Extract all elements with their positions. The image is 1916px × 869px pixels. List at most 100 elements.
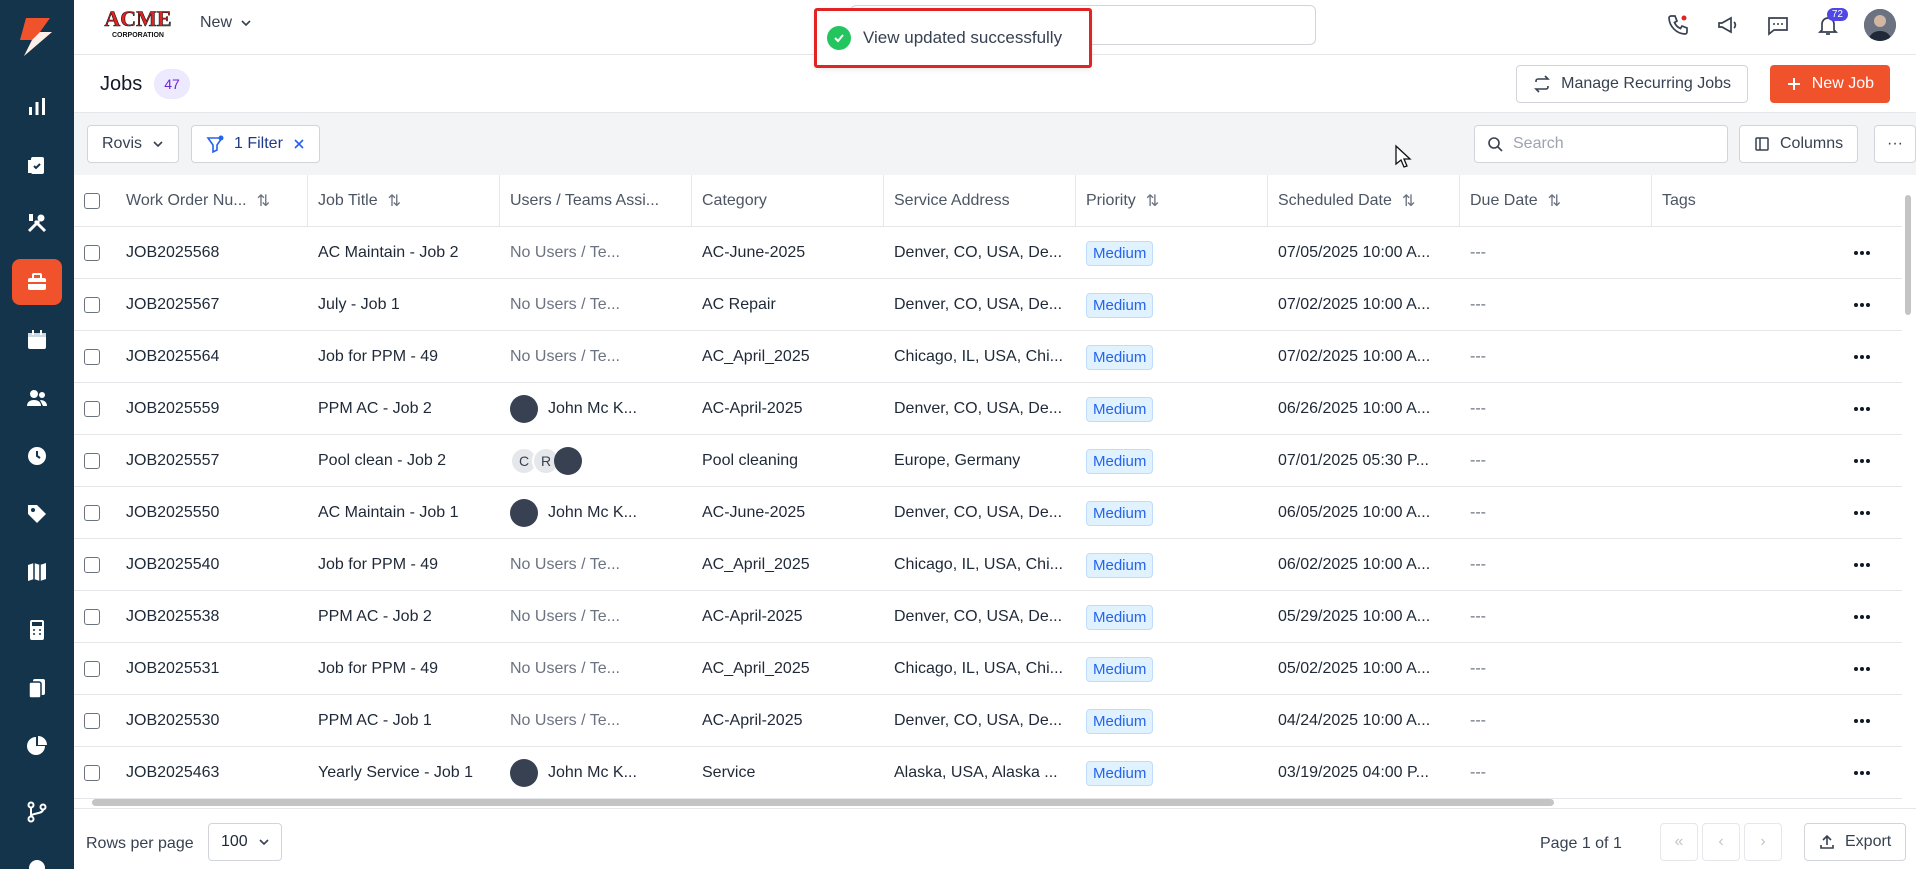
column-header-users[interactable]: Users / Teams Assi... [500, 175, 692, 227]
column-header-scheduled-date[interactable]: Scheduled Date ⇅ [1268, 175, 1460, 227]
row-checkbox[interactable] [84, 245, 100, 261]
row-actions-button[interactable] [1822, 695, 1902, 747]
table-row[interactable]: JOB2025557 Pool clean - Job 2 C R Pool clean… [74, 435, 1902, 487]
notifications-button[interactable]: 72 [1814, 6, 1848, 44]
next-page-button[interactable]: › [1744, 823, 1782, 861]
table-row[interactable]: JOB2025538 PPM AC - Job 2 No Users / Te...… [74, 591, 1902, 643]
table-row[interactable]: JOB2025550 AC Maintain - Job 1 John Mc K..… [74, 487, 1902, 539]
filter-button[interactable]: 1 Filter [191, 125, 320, 163]
sidebar-item-reports[interactable] [12, 84, 62, 130]
plus-icon [1787, 78, 1800, 90]
scroll-thumb[interactable] [92, 799, 1554, 806]
column-header-due-date[interactable]: Due Date ⇅ [1460, 175, 1652, 227]
sidebar-item-estimates[interactable] [12, 607, 62, 653]
close-icon[interactable] [293, 138, 305, 150]
sidebar-item-workflows[interactable] [12, 789, 62, 835]
table-row[interactable]: JOB2025567 July - Job 1 No Users / Te... AC… [74, 279, 1902, 331]
row-actions-button[interactable] [1822, 539, 1902, 591]
table-row[interactable]: JOB2025540 Job for PPM - 49 No Users / Te.… [74, 539, 1902, 591]
table-row[interactable]: JOB2025531 Job for PPM - 49 No Users / Te.… [74, 643, 1902, 695]
scheduled-text: 07/05/2025 10:00 A... [1278, 244, 1431, 261]
search-input[interactable] [1513, 135, 1713, 153]
row-actions-button[interactable] [1822, 435, 1902, 487]
phone-button[interactable] [1664, 6, 1692, 44]
new-job-button[interactable]: New Job [1769, 65, 1890, 103]
sidebar-item-pricing[interactable] [12, 491, 62, 537]
column-header-category[interactable]: Category [692, 175, 884, 227]
sort-icon[interactable]: ⇅ [1548, 191, 1561, 211]
sort-icon[interactable]: ⇅ [1146, 191, 1159, 211]
new-dropdown[interactable]: New [200, 14, 252, 32]
sidebar-item-calendar[interactable] [12, 317, 62, 363]
sidebar-item-timesheets[interactable] [12, 433, 62, 479]
table-row[interactable]: JOB2025564 Job for PPM - 49 No Users / Te.… [74, 331, 1902, 383]
row-actions-button[interactable] [1822, 747, 1902, 799]
sidebar-item-invoices[interactable] [12, 665, 62, 711]
row-checkbox[interactable] [84, 765, 100, 781]
app-logo-icon[interactable] [12, 14, 58, 60]
acme-logo[interactable]: ACME CORPORATION [100, 6, 176, 40]
previous-page-button[interactable]: ‹ [1702, 823, 1740, 861]
row-checkbox[interactable] [84, 453, 100, 469]
row-checkbox[interactable] [84, 401, 100, 417]
row-actions-button[interactable] [1822, 331, 1902, 383]
vertical-scrollbar[interactable] [1902, 175, 1914, 800]
due-text: --- [1470, 296, 1486, 313]
messages-button[interactable] [1764, 6, 1792, 44]
row-actions-button[interactable] [1822, 383, 1902, 435]
select-all-checkbox[interactable] [84, 193, 100, 209]
row-checkbox[interactable] [84, 505, 100, 521]
row-actions-button[interactable] [1822, 487, 1902, 539]
column-header-work-order[interactable]: Work Order Nu... ⇅ [116, 175, 308, 227]
title-text: PPM AC - Job 1 [318, 712, 432, 729]
view-selector[interactable]: Rovis [87, 125, 180, 163]
more-options-button[interactable]: ··· [1874, 125, 1916, 163]
profile-avatar[interactable] [1864, 9, 1896, 41]
column-header-job-title[interactable]: Job Title ⇅ [308, 175, 500, 227]
column-header-priority[interactable]: Priority ⇅ [1076, 175, 1268, 227]
columns-button[interactable]: Columns [1739, 125, 1859, 163]
column-header-service-address[interactable]: Service Address [884, 175, 1076, 227]
cell-wo: JOB2025463 [116, 747, 308, 799]
row-checkbox[interactable] [84, 349, 100, 365]
table-row[interactable]: JOB2025559 PPM AC - Job 2 John Mc K... AC-A… [74, 383, 1902, 435]
rows-per-page-select[interactable]: 100 [208, 823, 282, 861]
export-button[interactable]: Export [1804, 823, 1907, 861]
row-actions-button[interactable] [1822, 591, 1902, 643]
filter-label: 1 Filter [234, 135, 283, 152]
sidebar-item-analytics[interactable] [12, 723, 62, 769]
row-checkbox[interactable] [84, 609, 100, 625]
sort-icon[interactable]: ⇅ [257, 191, 270, 211]
sidebar-item-tools[interactable] [12, 200, 62, 246]
due-text: --- [1470, 556, 1486, 573]
sidebar-item-jobs[interactable] [12, 259, 62, 305]
row-checkbox[interactable] [84, 713, 100, 729]
row-checkbox[interactable] [84, 661, 100, 677]
sidebar-item-settings[interactable] [12, 845, 62, 869]
sidebar-item-map[interactable] [12, 549, 62, 595]
table-row[interactable]: JOB2025463 Yearly Service - Job 1 John Mc … [74, 747, 1902, 799]
cell-users: No Users / Te... [500, 591, 692, 643]
sort-icon[interactable]: ⇅ [1402, 191, 1415, 211]
row-select-cell [74, 279, 116, 331]
table-row[interactable]: JOB2025530 PPM AC - Job 1 No Users / Te...… [74, 695, 1902, 747]
row-checkbox[interactable] [84, 297, 100, 313]
sidebar-item-customers[interactable] [12, 375, 62, 421]
cell-address: Chicago, IL, USA, Chi... [884, 643, 1076, 695]
first-page-button[interactable]: « [1660, 823, 1698, 861]
row-actions-button[interactable] [1822, 643, 1902, 695]
row-actions-button[interactable] [1822, 279, 1902, 331]
announcements-button[interactable] [1714, 6, 1742, 44]
row-actions-button[interactable] [1822, 227, 1902, 279]
cell-priority: Medium [1076, 695, 1268, 747]
app-root: ACME CORPORATION New 72 View updated suc… [0, 0, 1916, 869]
horizontal-scrollbar[interactable] [74, 796, 1902, 808]
table-row[interactable]: JOB2025568 AC Maintain - Job 2 No Users / … [74, 227, 1902, 279]
cell-priority: Medium [1076, 279, 1268, 331]
sort-icon[interactable]: ⇅ [388, 191, 401, 211]
column-header-tags[interactable]: Tags [1652, 175, 1822, 227]
manage-recurring-jobs-button[interactable]: Manage Recurring Jobs [1516, 65, 1748, 103]
scroll-thumb[interactable] [1905, 195, 1911, 315]
sidebar-item-documents[interactable] [12, 142, 62, 188]
row-checkbox[interactable] [84, 557, 100, 573]
